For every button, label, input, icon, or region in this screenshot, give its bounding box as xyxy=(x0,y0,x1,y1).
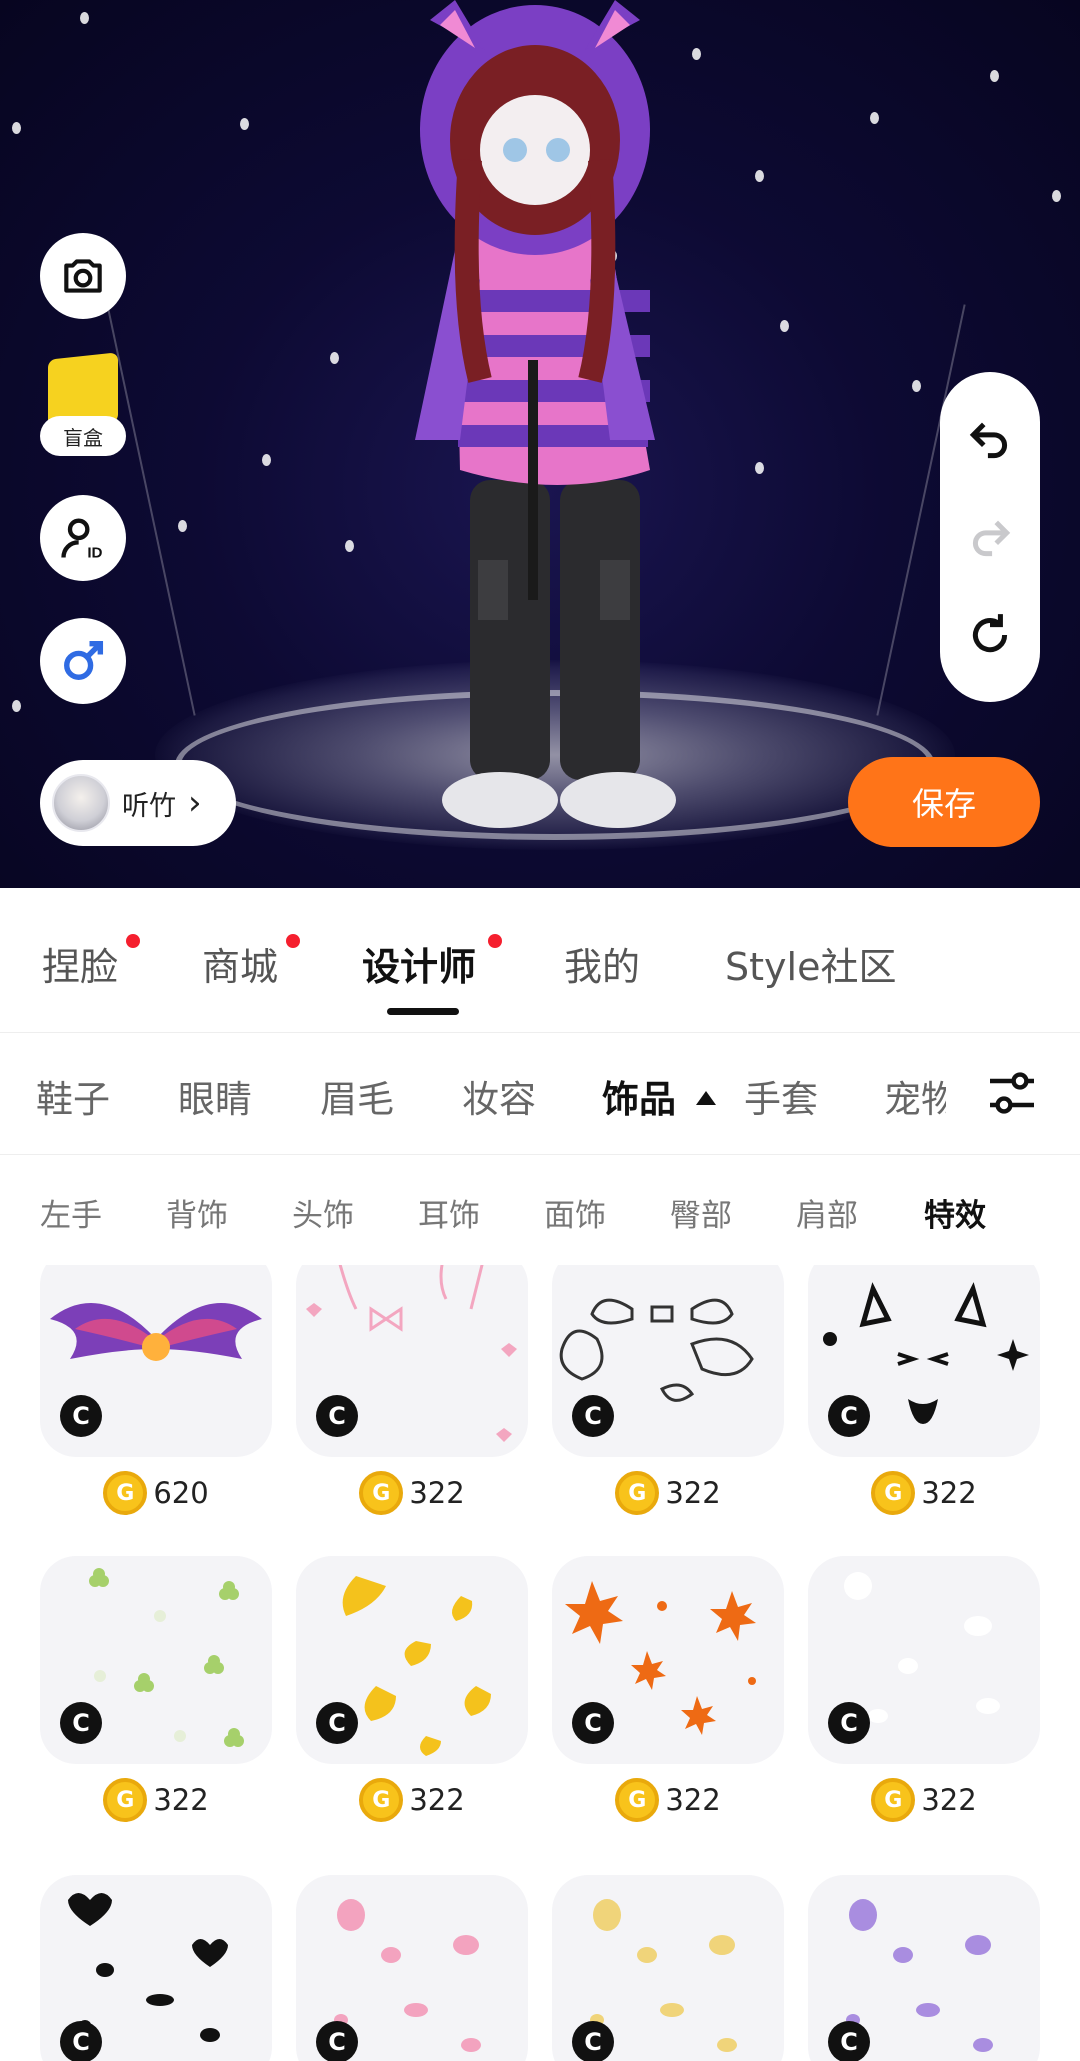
creator-badge: C xyxy=(316,2021,358,2061)
price-value: 322 xyxy=(409,1783,465,1817)
item-thumbnail: C xyxy=(296,1875,528,2061)
camera-button[interactable] xyxy=(40,233,126,319)
creator-badge: C xyxy=(828,2021,870,2061)
notification-dot xyxy=(286,934,300,948)
tab-style-community[interactable]: Style社区 xyxy=(725,936,896,991)
notification-dot xyxy=(488,934,502,948)
avatar xyxy=(52,774,110,832)
item-price: G 322 xyxy=(40,1778,272,1822)
subcategory-effects[interactable]: 特效 xyxy=(924,1190,986,1235)
item-price: G 322 xyxy=(808,1778,1040,1822)
item-thumbnail: C xyxy=(40,1265,272,1457)
subcategory-ears[interactable]: 耳饰 xyxy=(418,1190,480,1235)
item-thumbnail: C xyxy=(40,1875,272,2061)
subcategory-shoulders[interactable]: 肩部 xyxy=(796,1190,858,1235)
tab-face[interactable]: 捏脸 xyxy=(42,936,118,991)
creator-badge: C xyxy=(316,1702,358,1744)
price-value: 322 xyxy=(921,1476,977,1510)
undo-icon[interactable] xyxy=(965,414,1015,464)
item-price: G 322 xyxy=(808,1471,1040,1515)
tab-mine[interactable]: 我的 xyxy=(564,936,640,991)
blindbox-label: 盲盒 xyxy=(40,416,126,456)
item-grid: C G 620 C G 322 C G 322 C G 322 C G 322 … xyxy=(0,1265,1080,2061)
avatar-character[interactable] xyxy=(0,0,1080,888)
item-price: G 322 xyxy=(296,1471,528,1515)
item-price: G 322 xyxy=(552,1471,784,1515)
creator-badge: C xyxy=(572,1395,614,1437)
subcategory-bar: 左手 背饰 头饰 耳饰 面饰 臀部 肩部 特效 xyxy=(0,1155,1080,1265)
creator-badge: C xyxy=(828,1395,870,1437)
category-shoes[interactable]: 鞋子 xyxy=(36,1069,110,1123)
gender-switch-button[interactable] xyxy=(40,618,126,704)
avatar-stage[interactable]: 盲盒 ID 听竹 › 保存 xyxy=(0,0,1080,888)
subcategory-head[interactable]: 头饰 xyxy=(292,1190,354,1235)
caret-up-icon xyxy=(696,1091,716,1105)
tab-designer[interactable]: 设计师 xyxy=(362,936,476,991)
category-eyebrows[interactable]: 眉毛 xyxy=(320,1069,394,1123)
price-value: 322 xyxy=(921,1783,977,1817)
price-value: 322 xyxy=(153,1783,209,1817)
coin-icon: G xyxy=(871,1778,916,1822)
item-thumbnail: C xyxy=(552,1265,784,1457)
notification-dot xyxy=(126,934,140,948)
item-price: G 322 xyxy=(296,1778,528,1822)
creator-badge: C xyxy=(828,1702,870,1744)
item-thumbnail: C xyxy=(808,1556,1040,1764)
history-controls xyxy=(940,372,1040,702)
chevron-right-icon: › xyxy=(188,783,202,823)
subcategory-back[interactable]: 背饰 xyxy=(166,1190,228,1235)
price-value: 322 xyxy=(409,1476,465,1510)
filter-settings-icon[interactable] xyxy=(986,1069,1038,1117)
category-makeup[interactable]: 妆容 xyxy=(462,1069,536,1123)
item-thumbnail: C xyxy=(552,1556,784,1764)
coin-icon: G xyxy=(871,1471,916,1515)
item-thumbnail: C xyxy=(296,1556,528,1764)
creator-badge: C xyxy=(572,2021,614,2061)
reset-icon[interactable] xyxy=(965,610,1015,660)
designer-name: 听竹 xyxy=(122,790,176,822)
camera-icon xyxy=(64,259,102,293)
creator-badge: C xyxy=(572,1702,614,1744)
category-bar: 鞋子 眼睛 眉毛 妆容 饰品 手套 宠物 xyxy=(0,1033,1080,1155)
creator-badge: C xyxy=(316,1395,358,1437)
coin-icon: G xyxy=(103,1778,148,1822)
category-accessories[interactable]: 饰品 xyxy=(602,1069,676,1123)
price-value: 322 xyxy=(665,1783,721,1817)
male-icon xyxy=(64,640,104,680)
creator-badge: C xyxy=(60,2021,102,2061)
item-thumbnail: C xyxy=(808,1875,1040,2061)
blindbox-button[interactable]: 盲盒 xyxy=(40,352,126,460)
coin-icon: G xyxy=(615,1778,660,1822)
item-price: G 322 xyxy=(552,1778,784,1822)
coin-icon: G xyxy=(359,1778,404,1822)
redo-icon[interactable] xyxy=(965,512,1015,562)
active-tab-indicator xyxy=(387,1008,459,1015)
category-pets[interactable]: 宠物 xyxy=(884,1069,946,1123)
category-eyes[interactable]: 眼睛 xyxy=(178,1069,252,1123)
avatar-id-button[interactable]: ID xyxy=(40,495,126,581)
price-value: 322 xyxy=(665,1476,721,1510)
coin-icon: G xyxy=(103,1471,148,1515)
tab-mall[interactable]: 商城 xyxy=(202,936,278,991)
item-thumbnail: C xyxy=(552,1875,784,2061)
item-price: G 620 xyxy=(40,1471,272,1515)
item-thumbnail: C xyxy=(808,1265,1040,1457)
category-gloves[interactable]: 手套 xyxy=(744,1069,818,1123)
designer-profile-chip[interactable]: 听竹 › xyxy=(40,760,236,846)
user-id-icon: ID xyxy=(61,518,103,562)
save-button[interactable]: 保存 xyxy=(848,757,1040,847)
item-thumbnail: C xyxy=(296,1265,528,1457)
item-thumbnail: C xyxy=(40,1556,272,1764)
subcategory-left-hand[interactable]: 左手 xyxy=(40,1190,102,1235)
coin-icon: G xyxy=(615,1471,660,1515)
subcategory-face[interactable]: 面饰 xyxy=(544,1190,606,1235)
main-tabs: 捏脸 商城 设计师 我的 Style社区 xyxy=(0,888,1080,1033)
creator-badge: C xyxy=(60,1702,102,1744)
svg-text:ID: ID xyxy=(87,545,102,562)
filter-area xyxy=(946,1033,1080,1154)
creator-badge: C xyxy=(60,1395,102,1437)
price-value: 620 xyxy=(153,1476,209,1510)
subcategory-hips[interactable]: 臀部 xyxy=(670,1190,732,1235)
coin-icon: G xyxy=(359,1471,404,1515)
